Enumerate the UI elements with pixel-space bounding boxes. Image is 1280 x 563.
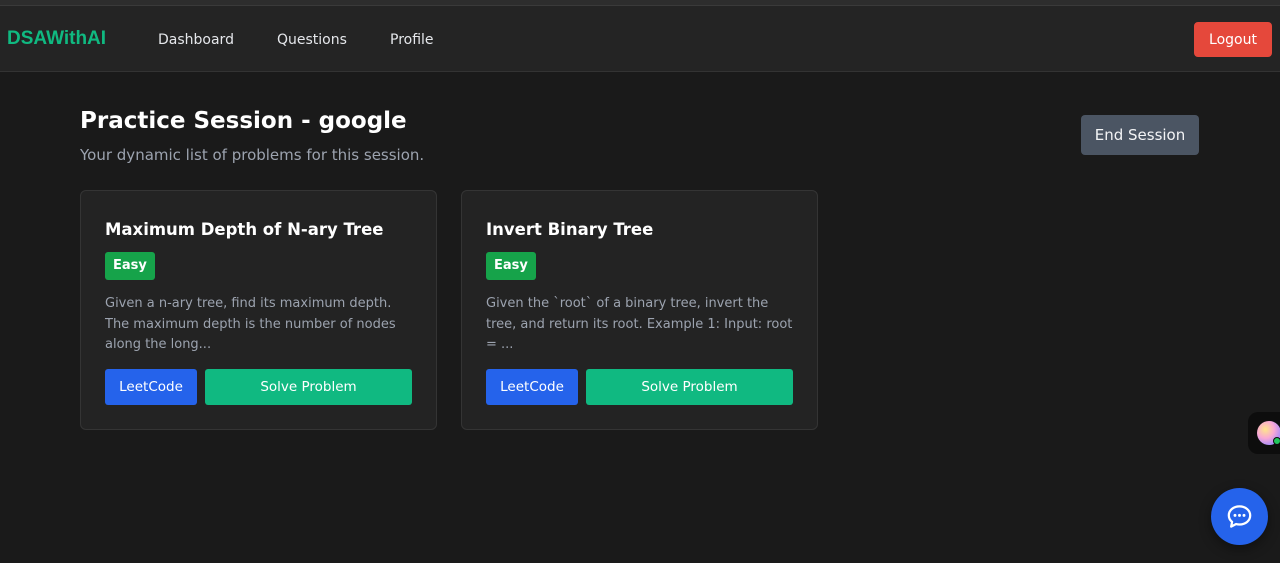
solve-problem-button[interactable]: Solve Problem — [586, 369, 793, 405]
problem-title: Invert Binary Tree — [486, 220, 654, 239]
online-status-dot — [1273, 437, 1280, 445]
chat-bubble-icon — [1227, 505, 1252, 528]
page-subtitle: Your dynamic list of problems for this s… — [80, 146, 425, 164]
assistant-side-widget[interactable] — [1248, 412, 1280, 454]
end-session-button[interactable]: End Session — [1081, 115, 1199, 155]
brand-logo[interactable]: DSAWithAI — [7, 28, 106, 50]
difficulty-badge: Easy — [105, 252, 155, 280]
navbar: DSAWithAI Dashboard Questions Profile Lo… — [0, 6, 1280, 72]
difficulty-badge: Easy — [486, 252, 536, 280]
problem-description: Given the `root` of a binary tree, inver… — [486, 296, 793, 352]
solve-problem-button[interactable]: Solve Problem — [205, 369, 412, 405]
problem-title: Maximum Depth of N-ary Tree — [105, 220, 384, 239]
problem-card: Invert Binary Tree Easy Given the `root`… — [461, 190, 818, 430]
leetcode-button[interactable]: LeetCode — [486, 369, 578, 405]
nav-link-dashboard[interactable]: Dashboard — [158, 32, 234, 48]
page-title: Practice Session - google — [80, 108, 407, 134]
problem-description: Given a n-ary tree, find its maximum dep… — [105, 296, 396, 352]
problem-card: Maximum Depth of N-ary Tree Easy Given a… — [80, 190, 437, 430]
nav-link-questions[interactable]: Questions — [277, 32, 347, 48]
logout-button[interactable]: Logout — [1194, 22, 1272, 57]
chat-button[interactable] — [1211, 488, 1268, 545]
nav-link-profile[interactable]: Profile — [390, 32, 434, 48]
leetcode-button[interactable]: LeetCode — [105, 369, 197, 405]
